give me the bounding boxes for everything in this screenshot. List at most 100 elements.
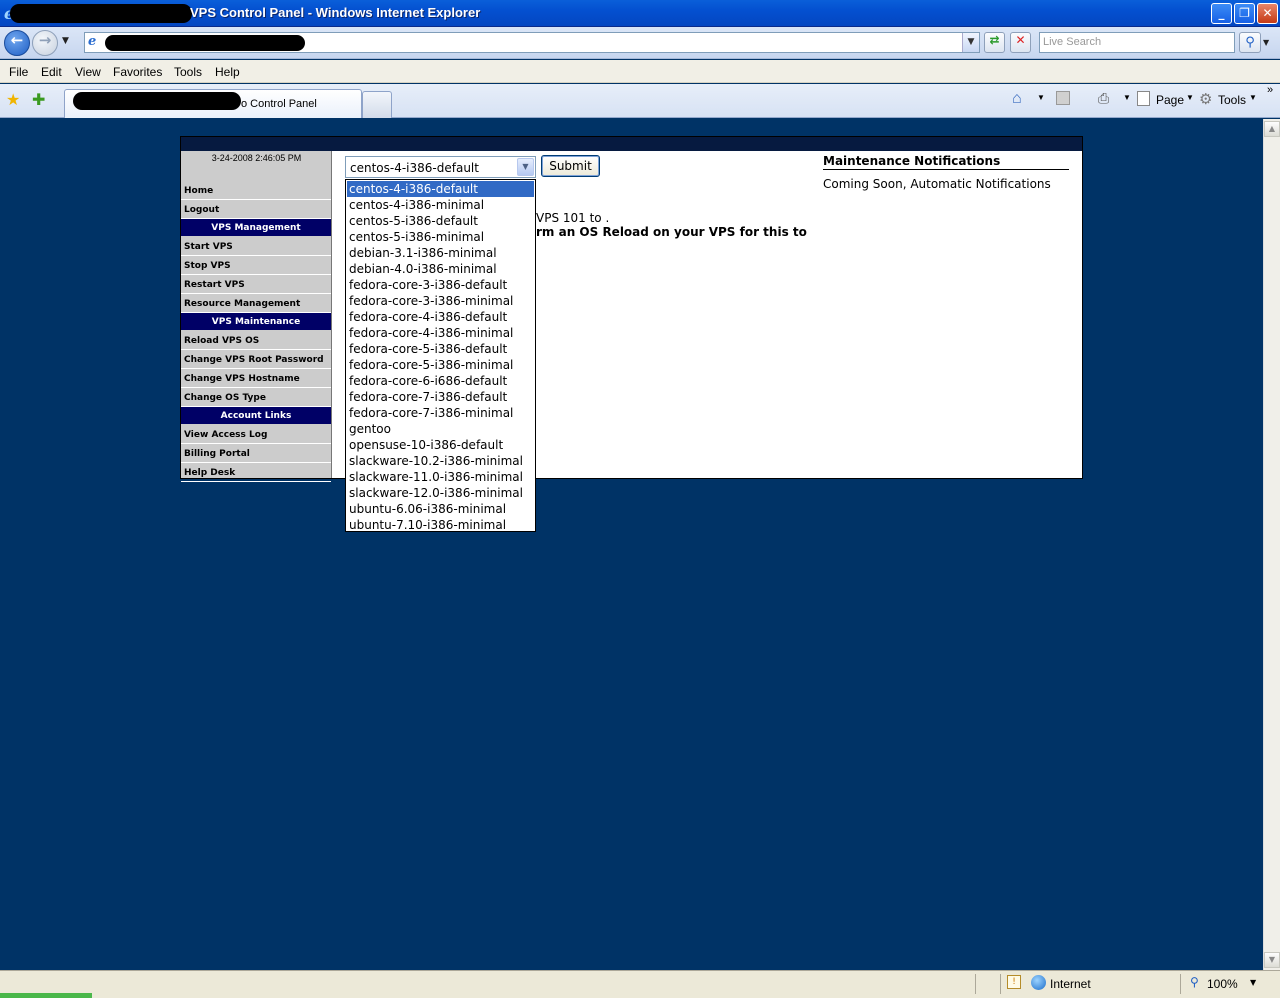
os-dropdown-list[interactable]: centos-4-i386-default centos-4-i386-minim… (345, 179, 536, 532)
favorites-star-icon[interactable]: ★ (6, 90, 20, 109)
os-option[interactable]: centos-5-i386-default (347, 213, 534, 229)
zoom-level[interactable]: 100% (1207, 977, 1238, 991)
sidebar-item-change-os-type[interactable]: Change OS Type (181, 388, 331, 407)
print-dropdown-icon[interactable]: ▼ (1123, 93, 1131, 102)
scroll-down-arrow-icon[interactable]: ▼ (1264, 952, 1280, 968)
tab-active[interactable]: o Control Panel (64, 89, 362, 118)
sidebar-item-stop-vps[interactable]: Stop VPS (181, 256, 331, 275)
os-option[interactable]: centos-5-i386-minimal (347, 229, 534, 245)
notifications-title: Maintenance Notifications (823, 154, 1069, 170)
sidebar-item-start-vps[interactable]: Start VPS (181, 237, 331, 256)
close-button[interactable]: ✕ (1257, 3, 1278, 24)
chevron-more-icon[interactable]: » (1267, 84, 1273, 96)
panel-header-strip (181, 137, 1082, 151)
sidebar: 3-24-2008 2:46:05 PM Home Logout VPS Manag… (181, 151, 332, 482)
address-dropdown-icon[interactable]: ▼ (962, 33, 979, 52)
os-option[interactable]: slackware-11.0-i386-minimal (347, 469, 534, 485)
sidebar-item-change-vps-hostname[interactable]: Change VPS Hostname (181, 369, 331, 388)
os-option[interactable]: debian-3.1-i386-minimal (347, 245, 534, 261)
globe-icon (1031, 975, 1046, 990)
search-options-dropdown-icon[interactable]: ▼ (1263, 38, 1269, 47)
menu-file[interactable]: File (9, 65, 28, 79)
status-divider (1000, 974, 1001, 994)
page-dropdown-icon[interactable]: ▼ (1186, 93, 1194, 102)
os-option[interactable]: ubuntu-6.06-i386-minimal (347, 501, 534, 517)
status-divider (975, 974, 976, 994)
os-option[interactable]: fedora-core-5-i386-minimal (347, 357, 534, 373)
sidebar-item-help-desk[interactable]: Help Desk (181, 463, 331, 482)
sidebar-item-home[interactable]: Home (181, 181, 331, 200)
protected-mode-icon[interactable]: ! (1007, 975, 1021, 989)
os-option[interactable]: fedora-core-6-i686-default (347, 373, 534, 389)
tab-bar: ★ ✚ o Control Panel ⌂ ▼ ⎙ ▼ Page ▼ ⚙ Too… (0, 84, 1280, 118)
menu-favorites[interactable]: Favorites (113, 65, 162, 79)
search-icon[interactable]: ⚲ (1239, 32, 1261, 53)
tab-title: o Control Panel (241, 98, 317, 110)
zoom-icon[interactable]: ⚲ (1190, 975, 1199, 989)
os-option[interactable]: fedora-core-7-i386-default (347, 389, 534, 405)
menu-help[interactable]: Help (215, 65, 240, 79)
os-option[interactable]: debian-4.0-i386-minimal (347, 261, 534, 277)
status-divider (1180, 974, 1181, 994)
os-option[interactable]: slackware-10.2-i386-minimal (347, 453, 534, 469)
refresh-button[interactable]: ⇄ (984, 32, 1005, 53)
home-dropdown-icon[interactable]: ▼ (1037, 93, 1045, 102)
title-bar: e VPS Control Panel - Windows Internet E… (0, 0, 1280, 27)
feeds-icon[interactable] (1056, 91, 1070, 105)
os-option[interactable]: fedora-core-7-i386-minimal (347, 405, 534, 421)
redacted-title-blot (10, 4, 192, 23)
submit-button[interactable]: Submit (541, 155, 600, 177)
forward-button[interactable]: → (32, 30, 58, 56)
search-input[interactable]: Live Search (1039, 32, 1235, 53)
os-option[interactable]: fedora-core-3-i386-minimal (347, 293, 534, 309)
chevron-down-icon[interactable]: ▼ (517, 158, 534, 176)
vertical-scrollbar[interactable]: ▲ ▼ (1263, 119, 1280, 970)
redacted-url-blot (105, 35, 305, 51)
os-option[interactable]: fedora-core-4-i386-default (347, 309, 534, 325)
zoom-dropdown-icon[interactable]: ▼ (1250, 978, 1256, 987)
restore-button[interactable]: ❐ (1234, 3, 1255, 24)
stop-button[interactable]: ✕ (1010, 32, 1031, 53)
back-button[interactable]: ← (4, 30, 30, 56)
os-option[interactable]: ubuntu-7.10-i386-minimal (347, 517, 534, 533)
sidebar-item-resource-management[interactable]: Resource Management (181, 294, 331, 313)
os-option[interactable]: fedora-core-5-i386-default (347, 341, 534, 357)
sidebar-header-account-links: Account Links (181, 407, 331, 424)
minimize-button[interactable]: _ (1211, 3, 1232, 24)
os-option[interactable]: fedora-core-4-i386-minimal (347, 325, 534, 341)
menu-tools[interactable]: Tools (174, 65, 202, 79)
print-icon[interactable]: ⎙ (1098, 90, 1109, 107)
os-select-value: centos-4-i386-default (350, 161, 479, 175)
menu-edit[interactable]: Edit (41, 65, 62, 79)
home-icon[interactable]: ⌂ (1012, 90, 1022, 108)
sidebar-item-restart-vps[interactable]: Restart VPS (181, 275, 331, 294)
clock: 3-24-2008 2:46:05 PM (211, 153, 302, 163)
add-favorite-icon[interactable]: ✚ (32, 90, 45, 109)
os-option[interactable]: centos-4-i386-minimal (347, 197, 534, 213)
sidebar-item-change-vps-root-password[interactable]: Change VPS Root Password (181, 350, 331, 369)
sidebar-item-logout[interactable]: Logout (181, 200, 331, 219)
os-select[interactable]: centos-4-i386-default ▼ (345, 156, 536, 178)
sidebar-header-vps-management: VPS Management (181, 219, 331, 236)
status-bar: ! Internet ⚲ 100% ▼ (0, 970, 1280, 998)
os-option[interactable]: gentoo (347, 421, 534, 437)
sidebar-item-billing-portal[interactable]: Billing Portal (181, 444, 331, 463)
os-option[interactable]: fedora-core-3-i386-default (347, 277, 534, 293)
os-option[interactable]: slackware-12.0-i386-minimal (347, 485, 534, 501)
new-tab-button[interactable] (362, 91, 392, 118)
scroll-up-arrow-icon[interactable]: ▲ (1264, 121, 1280, 137)
os-option[interactable]: centos-4-i386-default (347, 181, 534, 197)
os-option[interactable]: opensuse-10-i386-default (347, 437, 534, 453)
recent-pages-dropdown-icon[interactable]: ▼ (62, 36, 69, 46)
tools-menu-button[interactable]: Tools (1218, 93, 1246, 107)
sidebar-header-vps-maintenance: VPS Maintenance (181, 313, 331, 330)
page-menu-button[interactable]: Page (1156, 93, 1184, 107)
sidebar-item-reload-vps-os[interactable]: Reload VPS OS (181, 331, 331, 350)
reload-warning-text: rm an OS Reload on your VPS for this to (536, 225, 807, 239)
menu-view[interactable]: View (75, 65, 101, 79)
tools-dropdown-icon[interactable]: ▼ (1249, 93, 1257, 102)
sidebar-item-view-access-log[interactable]: View Access Log (181, 425, 331, 444)
address-field[interactable]: e ▼ (84, 32, 980, 53)
taskbar-edge (0, 993, 92, 998)
security-zone[interactable]: Internet (1050, 977, 1091, 991)
